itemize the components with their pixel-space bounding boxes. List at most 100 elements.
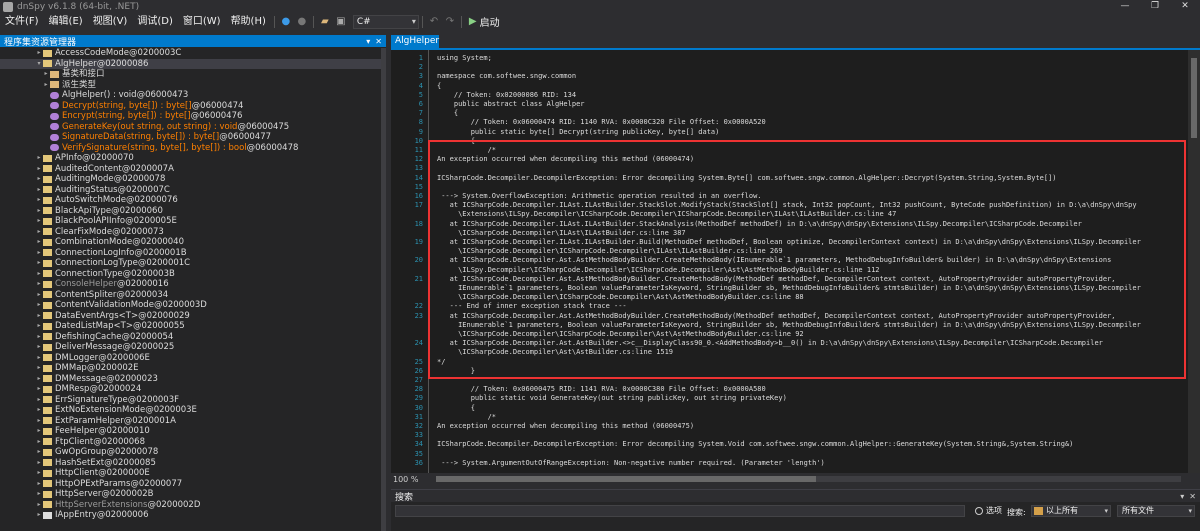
tab-alghelper[interactable]: AlgHelper bbox=[391, 35, 439, 48]
scrollbar-thumb[interactable] bbox=[1191, 58, 1197, 138]
language-select[interactable]: C# ▾ bbox=[352, 14, 419, 29]
expand-icon[interactable]: ▸ bbox=[35, 227, 43, 238]
tree-item[interactable]: ▸ HttpOPExtParams @02000077 bbox=[0, 479, 384, 490]
expand-icon[interactable]: ▸ bbox=[35, 321, 43, 332]
menu-edit[interactable]: 编辑(E) bbox=[44, 13, 88, 30]
forward-icon[interactable]: ● bbox=[295, 15, 309, 29]
expand-icon[interactable]: ▸ bbox=[35, 164, 43, 175]
tree-item[interactable]: ▸ AuditingMode @02000078 bbox=[0, 174, 384, 185]
search-file-type-select[interactable]: 所有文件 ▾ bbox=[1117, 505, 1195, 517]
expand-icon[interactable]: ▸ bbox=[35, 395, 43, 406]
tree-item[interactable]: ▸ BlackApiType @02000060 bbox=[0, 206, 384, 217]
tree-item[interactable]: ▸ ConnectionLogType @0200001C bbox=[0, 258, 384, 269]
tree-item[interactable]: ▸ 基类和接口 bbox=[0, 69, 384, 80]
expand-icon[interactable]: ▸ bbox=[35, 279, 43, 290]
editor-vertical-scrollbar[interactable] bbox=[1188, 50, 1200, 473]
tree-item[interactable]: GenerateKey(out string, out string) : vo… bbox=[0, 122, 384, 133]
tree-item[interactable]: ▸ FtpClient @02000068 bbox=[0, 437, 384, 448]
tree-item[interactable]: ▸ APInfo @02000070 bbox=[0, 153, 384, 164]
menu-window[interactable]: 窗口(W) bbox=[178, 13, 226, 30]
code-editor[interactable]: 1 using System; 2 3 namespace com.softwee.sn… bbox=[391, 50, 1188, 473]
tree-item[interactable]: Decrypt(string, byte[]) : byte[] @060004… bbox=[0, 101, 384, 112]
expand-icon[interactable]: ▸ bbox=[35, 437, 43, 448]
tree-item[interactable]: VerifySignature(string, byte[], byte[]) … bbox=[0, 143, 384, 154]
expand-icon[interactable]: ▸ bbox=[35, 332, 43, 343]
expand-icon[interactable]: ▸ bbox=[42, 80, 50, 91]
expand-icon[interactable]: ▸ bbox=[35, 237, 43, 248]
menu-view[interactable]: 视图(V) bbox=[88, 13, 133, 30]
expand-icon[interactable]: ▸ bbox=[35, 426, 43, 437]
tree-item[interactable]: ▾ AlgHelper @02000086 bbox=[0, 58, 384, 70]
tree-item[interactable]: ▸ ContentSpliter @02000034 bbox=[0, 290, 384, 301]
tree-item[interactable]: ▸ ExtParamHelper @0200001A bbox=[0, 416, 384, 427]
tree-item[interactable]: AlgHelper() : void @06000473 bbox=[0, 90, 384, 101]
tree-item[interactable]: ▸ HttpServer @0200002B bbox=[0, 489, 384, 500]
search-options-button[interactable]: 选项 bbox=[975, 505, 1002, 516]
expand-icon[interactable]: ▸ bbox=[35, 48, 43, 59]
tree-item[interactable]: Encrypt(string, byte[]) : byte[] @060004… bbox=[0, 111, 384, 122]
tree-item[interactable]: ▸ ConnectionType @0200003B bbox=[0, 269, 384, 280]
tree-item[interactable]: ▸ BlackPoolAPIInfo @0200005E bbox=[0, 216, 384, 227]
tree-item[interactable]: ▸ AuditedContent @0200007A bbox=[0, 164, 384, 175]
tree-item[interactable]: ▸ DeliverMessage @02000025 bbox=[0, 342, 384, 353]
expand-icon[interactable]: ▸ bbox=[35, 405, 43, 416]
expand-icon[interactable]: ▸ bbox=[35, 458, 43, 469]
redo-icon[interactable]: ↷ bbox=[443, 15, 457, 29]
tree-item[interactable]: ▸ AccessCodeMode @0200003C bbox=[0, 48, 384, 59]
minimize-button[interactable]: — bbox=[1110, 0, 1140, 13]
dropdown-icon[interactable]: ▾ bbox=[1180, 492, 1184, 501]
assembly-tree[interactable]: ▸ AccessCodeMode @0200003C ▾ AlgHelper @020… bbox=[0, 48, 384, 531]
menu-debug[interactable]: 调试(D) bbox=[132, 13, 178, 30]
tree-item[interactable]: SignatureData(string, byte[]) : byte[] @… bbox=[0, 132, 384, 143]
expand-icon[interactable]: ▸ bbox=[35, 510, 43, 521]
open-folder-icon[interactable]: ▰ bbox=[318, 15, 332, 29]
expand-icon[interactable]: ▸ bbox=[42, 69, 50, 80]
zoom-level[interactable]: 100 % bbox=[391, 475, 431, 484]
tree-item[interactable]: ▸ ConnectionLogInfo @0200001B bbox=[0, 248, 384, 259]
tree-item[interactable]: ▸ DatedListMap<T> @02000055 bbox=[0, 321, 384, 332]
close-panel-icon[interactable]: ✕ bbox=[1189, 492, 1196, 501]
expand-icon[interactable]: ▸ bbox=[35, 353, 43, 364]
expand-icon[interactable]: ▸ bbox=[35, 363, 43, 374]
tree-item[interactable]: ▸ DMMap @0200002E bbox=[0, 363, 384, 374]
expand-icon[interactable]: ▸ bbox=[35, 489, 43, 500]
tree-item[interactable]: ▸ DMResp @02000024 bbox=[0, 384, 384, 395]
tree-item[interactable]: ▸ HashSetExt @02000085 bbox=[0, 458, 384, 469]
expand-icon[interactable]: ▸ bbox=[35, 300, 43, 311]
menu-file[interactable]: 文件(F) bbox=[0, 13, 44, 30]
tree-item[interactable]: ▸ AuditingStatus @0200007C bbox=[0, 185, 384, 196]
tree-item[interactable]: ▸ FeeHelper @02000010 bbox=[0, 426, 384, 437]
expand-icon[interactable]: ▸ bbox=[35, 468, 43, 479]
search-scope-select[interactable]: 以上所有 ▾ bbox=[1031, 505, 1111, 517]
collapse-icon[interactable]: ▾ bbox=[35, 59, 43, 70]
expand-icon[interactable]: ▸ bbox=[35, 269, 43, 280]
expand-icon[interactable]: ▸ bbox=[35, 374, 43, 385]
expand-icon[interactable]: ▸ bbox=[35, 290, 43, 301]
menu-help[interactable]: 帮助(H) bbox=[226, 13, 271, 30]
tree-item[interactable]: ▸ AutoSwitchMode @02000076 bbox=[0, 195, 384, 206]
tree-scrollbar[interactable] bbox=[381, 48, 386, 531]
expand-icon[interactable]: ▸ bbox=[35, 248, 43, 259]
tree-item[interactable]: ▸ DefishingCache @02000054 bbox=[0, 332, 384, 343]
scrollbar-thumb[interactable] bbox=[436, 476, 816, 482]
expand-icon[interactable]: ▸ bbox=[35, 342, 43, 353]
search-results-list[interactable] bbox=[391, 520, 1200, 531]
tree-item[interactable]: ▸ ClearFixMode @02000073 bbox=[0, 227, 384, 238]
start-button[interactable]: ▶ 启动 bbox=[469, 14, 500, 29]
tree-item[interactable]: ▸ ConsoleHelper @02000016 bbox=[0, 279, 384, 290]
tree-item[interactable]: ▸ GwOpGroup @02000078 bbox=[0, 447, 384, 458]
tree-item[interactable]: ▸ HttpServerExtensions @0200002D bbox=[0, 500, 384, 511]
expand-icon[interactable]: ▸ bbox=[35, 384, 43, 395]
tree-item[interactable]: ▸ 派生类型 bbox=[0, 80, 384, 91]
tree-item[interactable]: ▸ HttpClient @0200000E bbox=[0, 468, 384, 479]
back-icon[interactable]: ● bbox=[279, 15, 293, 29]
expand-icon[interactable]: ▸ bbox=[35, 258, 43, 269]
save-icon[interactable]: ▣ bbox=[334, 15, 348, 29]
expand-icon[interactable]: ▸ bbox=[35, 153, 43, 164]
expand-icon[interactable]: ▸ bbox=[35, 206, 43, 217]
search-input[interactable] bbox=[395, 505, 965, 517]
expand-icon[interactable]: ▸ bbox=[35, 195, 43, 206]
tree-item[interactable]: ▸ ExtNoExtensionMode @0200003E bbox=[0, 405, 384, 416]
expand-icon[interactable]: ▸ bbox=[35, 447, 43, 458]
tree-item[interactable]: ▸ ErrSignatureType @0200003F bbox=[0, 395, 384, 406]
